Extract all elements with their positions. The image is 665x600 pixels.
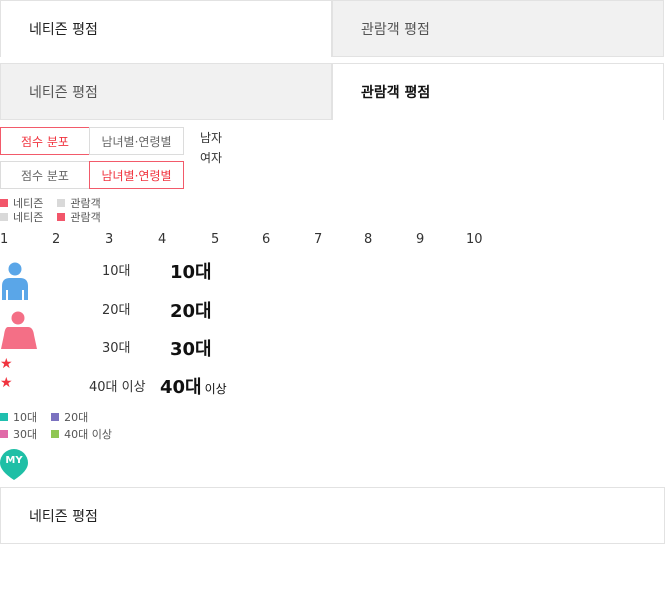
age-label-20s: 20대 xyxy=(102,303,131,318)
star-icon: ★ xyxy=(0,356,13,372)
age-value-40s: 40대 이상 xyxy=(160,373,227,399)
legend-swatch xyxy=(51,430,60,438)
legend-label: 10대 xyxy=(13,411,38,424)
legend-item: 30대 xyxy=(0,426,37,442)
seg-score-distribution[interactable]: 점수 분포 xyxy=(0,127,90,155)
scale-label: 2 xyxy=(52,232,61,247)
age-value-10s: 10대 xyxy=(170,262,212,283)
tab-netizen-rating[interactable]: 네티즌 평점 xyxy=(0,0,332,57)
scale-label: 9 xyxy=(416,232,425,247)
legend-swatch xyxy=(0,413,8,421)
legend-item: 40대 이상 xyxy=(51,426,112,442)
second-tab-bar: 네티즌 평점 관람객 평점 xyxy=(0,63,665,121)
legend-swatch xyxy=(57,213,66,221)
age-label-10s: 10대 xyxy=(102,264,131,279)
top-tab-bar: 네티즌 평점 관람객 평점 xyxy=(0,0,665,58)
seg-score-distribution-2[interactable]: 점수 분포 xyxy=(0,161,90,189)
legend-item: 10대 xyxy=(0,409,37,425)
scale-label: 8 xyxy=(364,232,373,247)
legend-label: 네티즌 xyxy=(13,211,44,224)
star-icon: ★ xyxy=(0,375,13,391)
legend-netizen-audience-2: 네티즌 관람객 xyxy=(0,209,115,225)
age-label-30s: 30대 xyxy=(102,341,131,356)
legend-item: 20대 xyxy=(51,409,88,425)
legend-item: 네티즌 xyxy=(0,209,43,225)
age-value-20s: 20대 xyxy=(170,301,212,322)
age-label-40s: 40대 이상 xyxy=(89,380,146,395)
scale-label: 4 xyxy=(158,232,167,247)
tab-audience-rating[interactable]: 관람객 평점 xyxy=(332,0,664,57)
age-value-30s: 30대 xyxy=(170,339,212,360)
legend-label: 30대 xyxy=(13,428,38,441)
tab-netizen-rating-2[interactable]: 네티즌 평점 xyxy=(0,63,332,120)
legend-swatch xyxy=(57,199,66,207)
my-badge: MY xyxy=(0,449,28,480)
my-badge-label: MY xyxy=(5,455,23,466)
scale-label: 1 xyxy=(0,232,9,247)
legend-swatch xyxy=(0,199,8,207)
scale-label: 7 xyxy=(314,232,323,247)
tab-netizen-rating-3[interactable]: 네티즌 평점 xyxy=(0,487,665,544)
gender-female-label: 여자 xyxy=(200,151,223,165)
male-person-icon xyxy=(2,262,28,300)
scale-label: 10 xyxy=(466,232,483,247)
tab-audience-rating-2[interactable]: 관람객 평점 xyxy=(332,63,664,120)
legend-swatch xyxy=(51,413,60,421)
scale-label: 5 xyxy=(211,232,220,247)
legend-item: 관람객 xyxy=(57,209,101,225)
age-value-40s-number: 40대 xyxy=(160,377,202,398)
age-value-40s-suffix: 이상 xyxy=(204,382,227,396)
legend-swatch xyxy=(0,213,8,221)
seg-gender-age[interactable]: 남녀별·연령별 xyxy=(89,127,184,155)
legend-swatch xyxy=(0,430,8,438)
scale-label: 6 xyxy=(262,232,271,247)
age-legend-row2: 30대 40대 이상 xyxy=(0,426,126,442)
seg-gender-age-2[interactable]: 남녀별·연령별 xyxy=(89,161,184,189)
legend-label: 20대 xyxy=(64,411,89,424)
bottom-tab-bar: 네티즌 평점 xyxy=(0,487,665,545)
gender-male-label: 남자 xyxy=(200,131,223,145)
age-legend-row1: 10대 20대 xyxy=(0,409,102,425)
legend-label: 관람객 xyxy=(70,211,101,224)
female-person-icon xyxy=(1,311,37,349)
legend-label: 40대 이상 xyxy=(64,428,112,441)
scale-label: 3 xyxy=(105,232,114,247)
